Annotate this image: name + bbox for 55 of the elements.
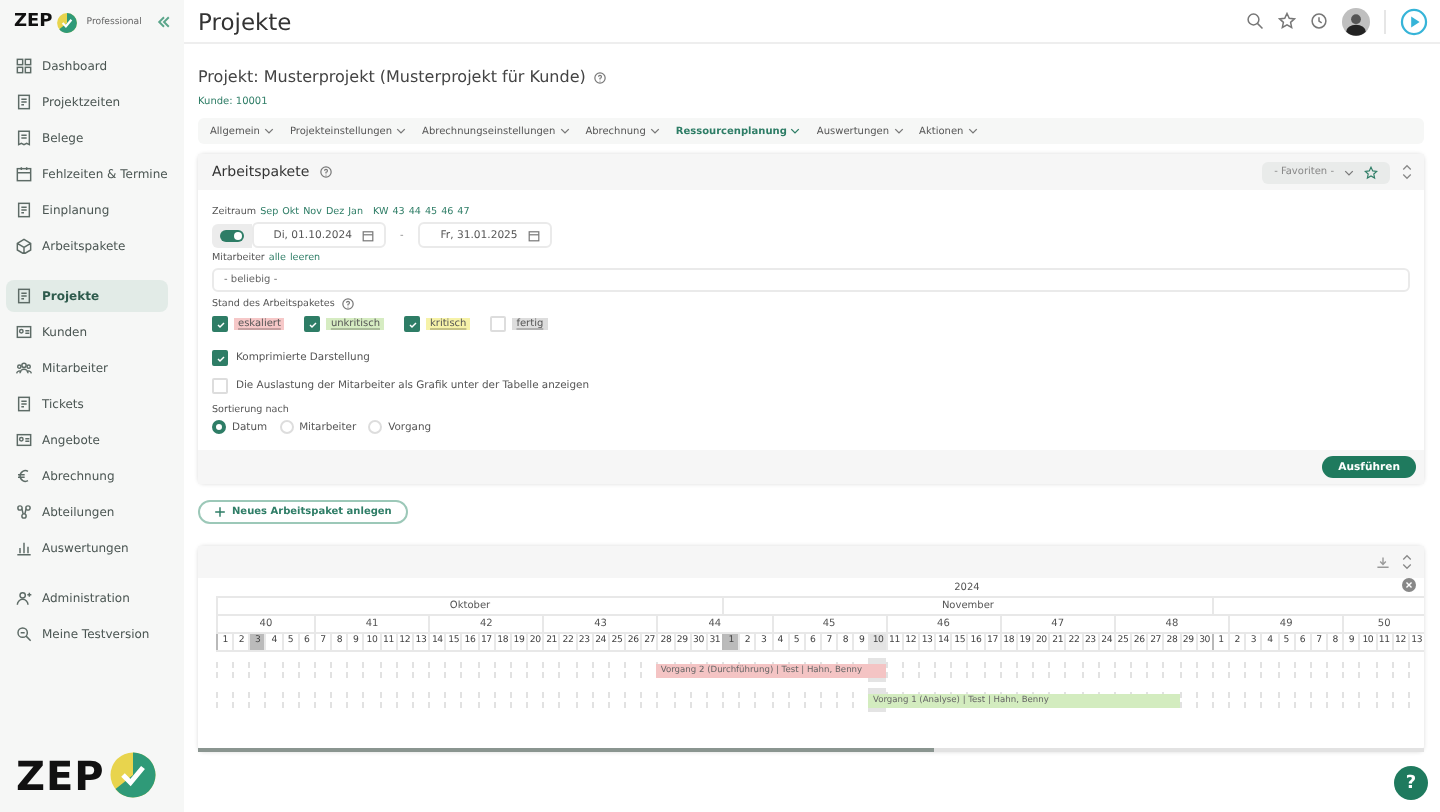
radio-button[interactable] bbox=[212, 420, 226, 434]
document-icon bbox=[16, 94, 32, 110]
collapse-sidebar-icon[interactable] bbox=[156, 14, 172, 30]
dashboard-icon bbox=[16, 58, 32, 74]
avatar[interactable] bbox=[1342, 7, 1370, 35]
network-icon bbox=[16, 504, 32, 520]
history-icon[interactable] bbox=[1310, 12, 1328, 30]
search-icon[interactable] bbox=[1246, 12, 1264, 30]
chevron-down-icon bbox=[1344, 167, 1354, 177]
help-icon[interactable] bbox=[319, 166, 332, 178]
chevron-down-icon bbox=[967, 126, 978, 136]
search-icon bbox=[16, 626, 32, 642]
expand-collapse-icon[interactable] bbox=[1402, 554, 1412, 570]
expand-collapse-icon[interactable] bbox=[1402, 164, 1412, 180]
euro-icon bbox=[16, 468, 32, 484]
play-icon[interactable] bbox=[1400, 7, 1428, 35]
scrollbar-thumb[interactable] bbox=[198, 748, 934, 752]
star-icon[interactable] bbox=[1364, 165, 1378, 179]
project-title: Projekt: Musterprojekt (Musterprojekt für Kunde) bbox=[198, 68, 586, 86]
zep-logo-text: ZEP bbox=[14, 12, 53, 32]
download-icon[interactable] bbox=[1376, 555, 1390, 569]
toggle-switch[interactable] bbox=[220, 229, 244, 241]
user-icon bbox=[16, 590, 32, 606]
checkbox[interactable] bbox=[212, 350, 228, 366]
checkbox[interactable] bbox=[212, 316, 228, 332]
calendar-icon bbox=[362, 229, 374, 241]
chevron-down-icon bbox=[790, 126, 801, 136]
star-icon[interactable] bbox=[1278, 12, 1296, 30]
clock-check-logo-icon bbox=[108, 750, 159, 800]
chevron-down-icon bbox=[396, 126, 407, 136]
calendar-icon bbox=[16, 166, 32, 182]
card-icon bbox=[16, 324, 32, 340]
page-title: Projekte bbox=[198, 7, 292, 35]
plus-icon bbox=[214, 506, 226, 518]
receipt-icon bbox=[16, 130, 32, 146]
help-button[interactable]: ? bbox=[1394, 766, 1428, 800]
bar-chart-icon bbox=[16, 540, 32, 556]
document-icon bbox=[16, 396, 32, 412]
box-icon bbox=[16, 238, 32, 254]
document-icon bbox=[16, 202, 32, 218]
chevron-down-icon bbox=[263, 126, 274, 136]
checkbox[interactable] bbox=[404, 316, 420, 332]
card-icon bbox=[16, 432, 32, 448]
chevron-down-icon bbox=[559, 126, 570, 136]
zep-logo-text: ZEP bbox=[16, 751, 105, 799]
chevron-down-icon bbox=[649, 126, 660, 136]
people-icon bbox=[16, 360, 32, 376]
clock-check-logo-icon bbox=[56, 11, 79, 33]
calendar-icon bbox=[527, 229, 540, 241]
chevron-down-icon bbox=[893, 126, 904, 136]
checkbox[interactable] bbox=[304, 316, 321, 332]
close-icon[interactable] bbox=[1402, 578, 1416, 592]
help-icon[interactable] bbox=[593, 71, 606, 83]
help-icon[interactable] bbox=[342, 298, 355, 310]
document-icon bbox=[16, 288, 32, 304]
